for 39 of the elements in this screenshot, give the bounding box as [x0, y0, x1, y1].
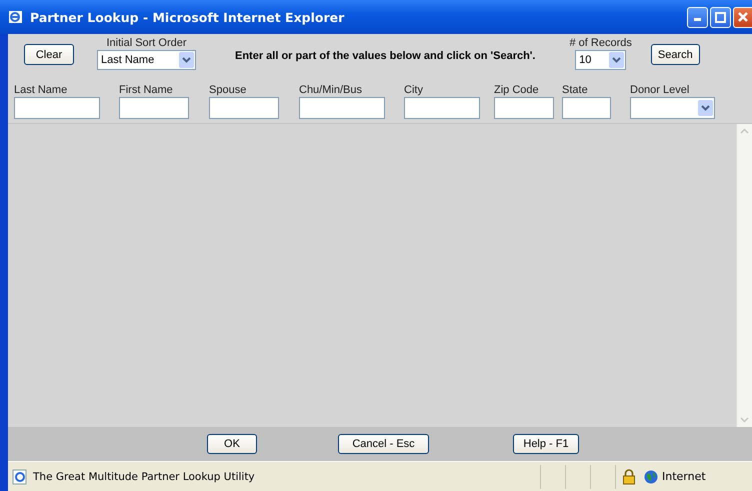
search-button[interactable]: Search: [650, 44, 700, 65]
close-icon: [737, 11, 749, 23]
maximize-button[interactable]: [710, 6, 731, 28]
status-text: The Great Multitude Partner Lookup Utility: [33, 470, 256, 482]
page-icon: [12, 468, 28, 484]
window-title: Partner Lookup - Microsoft Internet Explorer: [30, 10, 346, 24]
input-field[interactable]: [494, 97, 554, 119]
input-field[interactable]: [119, 97, 189, 119]
clear-button[interactable]: Clear: [24, 44, 74, 65]
browser-icon: [8, 9, 24, 25]
sort-order-select[interactable]: Last Name: [97, 50, 196, 70]
field-label: Last Name: [14, 84, 68, 96]
field-label: City: [404, 84, 424, 96]
maximize-icon: [715, 12, 726, 22]
input-field[interactable]: [562, 97, 611, 119]
field-label: First Name: [119, 84, 174, 96]
field-label: Donor Level: [630, 84, 690, 96]
input-field[interactable]: [404, 97, 480, 119]
donor-level-select[interactable]: [630, 97, 715, 119]
lock-icon: [622, 468, 636, 484]
field-label: Spouse: [209, 84, 248, 96]
minimize-button[interactable]: [687, 6, 708, 28]
dialog-button[interactable]: Cancel - Esc: [338, 434, 429, 454]
input-field[interactable]: [299, 97, 385, 119]
input-field[interactable]: [209, 97, 279, 119]
sort-order-label: Initial Sort Order: [106, 37, 187, 49]
input-field[interactable]: [14, 97, 100, 119]
field-label: State: [562, 84, 589, 96]
zone-label: Internet: [662, 470, 706, 483]
dialog-button[interactable]: Help - F1: [513, 434, 579, 454]
globe-icon: [644, 470, 658, 484]
instructions-text: Enter all or part of the values below and click on 'Search'.: [235, 50, 536, 62]
scrollbar[interactable]: [736, 124, 752, 427]
field-label: Chu/Min/Bus: [299, 84, 363, 96]
close-button[interactable]: [733, 6, 752, 28]
records-select[interactable]: 10: [575, 50, 626, 70]
dialog-button[interactable]: OK: [207, 434, 257, 454]
field-label: Zip Code: [494, 84, 540, 96]
records-label: # of Records: [569, 37, 632, 49]
